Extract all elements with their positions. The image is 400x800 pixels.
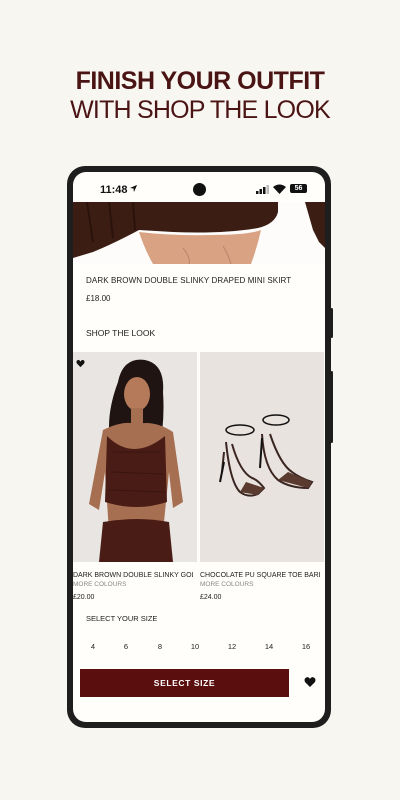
phone-screen: 11:48 56 DARK BROWN DOUBLE SLINKY DRAPED… (73, 172, 325, 722)
heels-product-name[interactable]: CHOCOLATE PU SQUARE TOE BARLEY T... (200, 572, 320, 579)
signal-icon (256, 185, 269, 194)
top-product-price: £20.00 (73, 594, 95, 601)
heels-product-image[interactable] (200, 352, 324, 562)
size-option-14[interactable]: 14 (259, 642, 279, 651)
size-options: 4 6 8 10 12 14 16 (85, 642, 325, 654)
promo-line-1: FINISH YOUR OUTFIT (75, 67, 325, 95)
heels-product-price: £24.00 (200, 594, 222, 601)
top-more-colours: MORE COLOURS (73, 581, 127, 588)
phone-volume-button (330, 371, 333, 443)
product-name: DARK BROWN DOUBLE SLINKY DRAPED MINI SKI… (86, 276, 292, 285)
location-arrow-icon (129, 184, 138, 193)
product-price: £18.00 (86, 294, 111, 303)
favorite-heart-icon[interactable] (76, 359, 85, 368)
top-product-image[interactable] (73, 352, 197, 562)
size-option-6[interactable]: 6 (116, 642, 136, 651)
size-option-10[interactable]: 10 (185, 642, 205, 651)
size-option-4[interactable]: 4 (83, 642, 103, 651)
shop-look-card-top[interactable]: DARK BROWN DOUBLE SLINKY GOLD TR... MORE… (73, 352, 197, 601)
heels-more-colours: MORE COLOURS (200, 581, 254, 588)
skirt-product-image[interactable] (73, 202, 325, 264)
phone-frame: 11:48 56 DARK BROWN DOUBLE SLINKY DRAPED… (67, 166, 333, 728)
promo-line-2: WITH SHOP THE LOOK (70, 96, 331, 124)
size-option-8[interactable]: 8 (150, 642, 170, 651)
select-size-label: SELECT YOUR SIZE (86, 614, 158, 623)
top-product-photo (73, 352, 197, 562)
battery-icon: 56 (290, 184, 307, 193)
shop-the-look-heading: SHOP THE LOOK (86, 328, 156, 338)
camera-cutout (193, 183, 206, 196)
heels-product-photo (200, 352, 324, 562)
size-option-16[interactable]: 16 (296, 642, 316, 651)
status-bar: 11:48 56 (73, 172, 325, 202)
shop-look-card-heels[interactable]: CHOCOLATE PU SQUARE TOE BARLEY T... MORE… (200, 352, 324, 601)
promo-headline: FINISH YOUR OUTFIT WITH SHOP THE LOOK (0, 66, 400, 124)
select-size-button[interactable]: SELECT SIZE (80, 669, 289, 697)
wifi-icon (273, 184, 286, 194)
top-product-name[interactable]: DARK BROWN DOUBLE SLINKY GOLD TR... (73, 572, 193, 579)
wishlist-heart-icon[interactable] (304, 676, 316, 688)
phone-side-button (330, 308, 333, 338)
size-option-12[interactable]: 12 (222, 642, 242, 651)
status-time: 11:48 (100, 184, 128, 196)
